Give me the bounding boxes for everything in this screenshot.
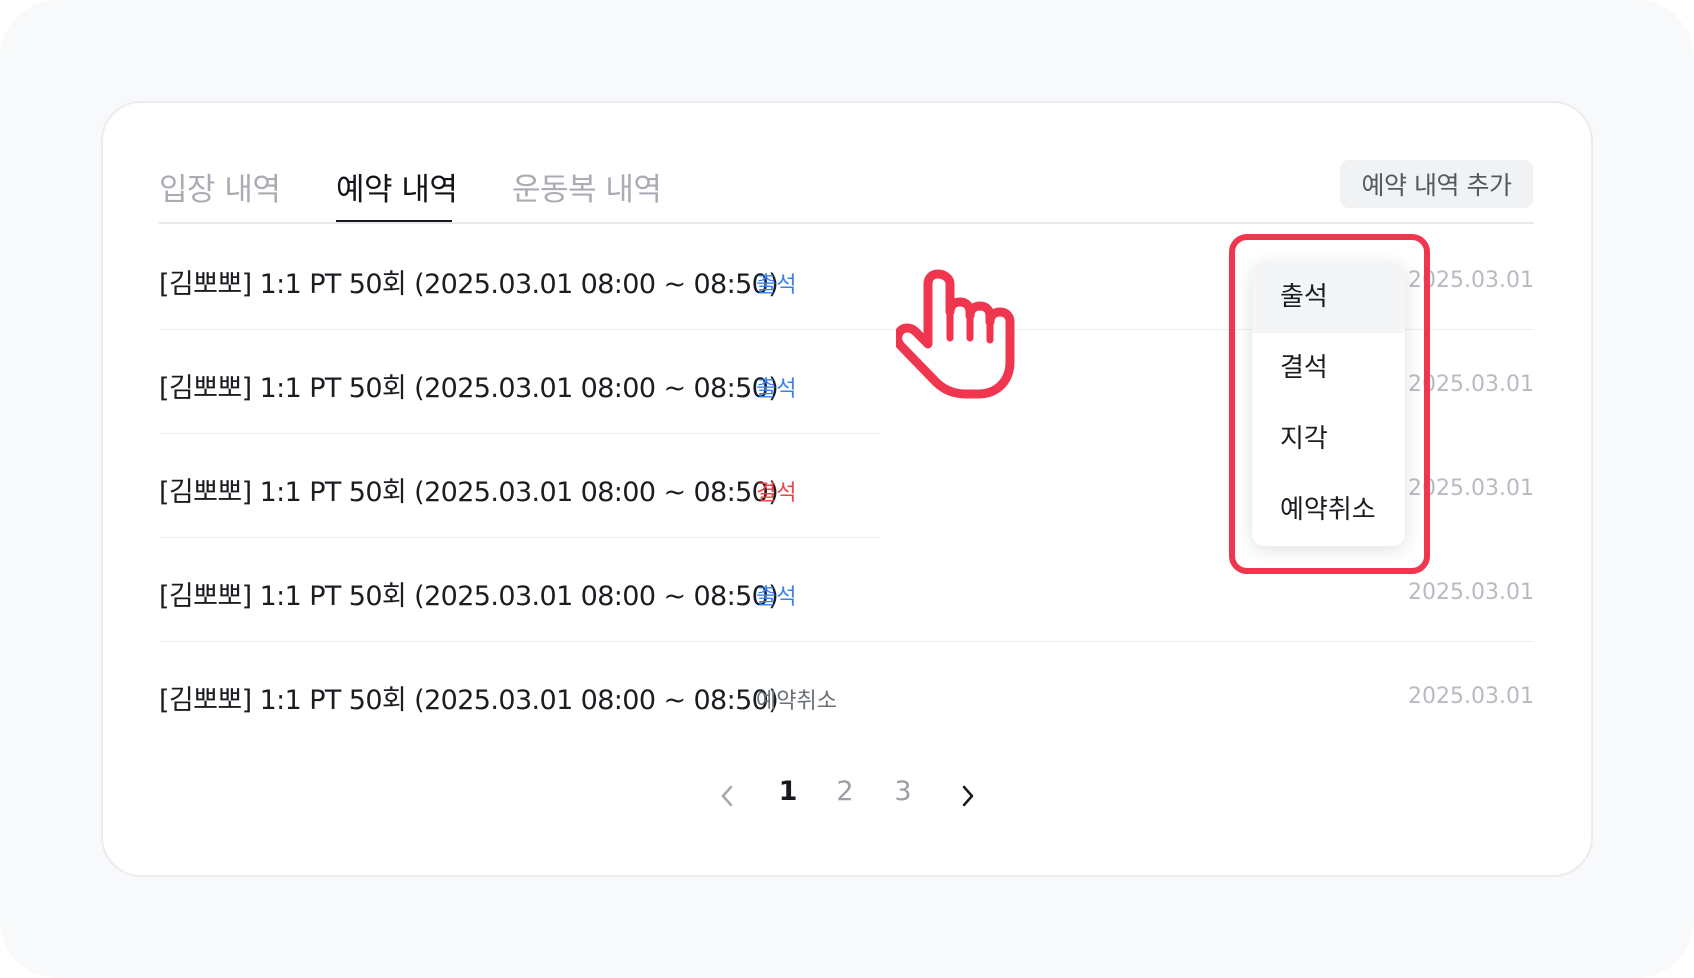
status-badge: 출석 bbox=[756, 377, 797, 402]
tabs-divider bbox=[159, 222, 1534, 224]
status-badge: 예약취소 bbox=[756, 689, 837, 714]
chevron-left-icon[interactable] bbox=[716, 782, 740, 810]
page-2-button[interactable]: 2 bbox=[825, 776, 865, 807]
tab-sportswear-history[interactable]: 운동복 내역 bbox=[512, 164, 662, 209]
page-1-button[interactable]: 1 bbox=[768, 776, 808, 807]
reservation-title: [김뽀뽀] 1:1 PT 50회 (2025.03.01 08:00 ~ 08:… bbox=[159, 373, 779, 404]
reservation-title: [김뽀뽀] 1:1 PT 50회 (2025.03.01 08:00 ~ 08:… bbox=[159, 477, 779, 508]
list-item[interactable]: [김뽀뽀] 1:1 PT 50회 (2025.03.01 08:00 ~ 08:… bbox=[159, 642, 1534, 746]
dropdown-highlight-frame bbox=[1229, 234, 1430, 574]
pagination: 1 2 3 bbox=[0, 776, 1694, 816]
tab-entry-history[interactable]: 입장 내역 bbox=[159, 164, 281, 209]
chevron-right-icon[interactable] bbox=[955, 782, 979, 810]
reservation-date: 2025.03.01 bbox=[1408, 580, 1534, 605]
status-badge: 출석 bbox=[756, 585, 797, 610]
tab-reservation-history[interactable]: 예약 내역 bbox=[336, 164, 458, 209]
page-3-button[interactable]: 3 bbox=[883, 776, 923, 807]
status-badge: 출석 bbox=[756, 273, 797, 298]
hand-pointer-icon bbox=[896, 269, 1015, 399]
reservation-title: [김뽀뽀] 1:1 PT 50회 (2025.03.01 08:00 ~ 08:… bbox=[159, 269, 779, 300]
reservation-date: 2025.03.01 bbox=[1408, 684, 1534, 709]
reservation-title: [김뽀뽀] 1:1 PT 50회 (2025.03.01 08:00 ~ 08:… bbox=[159, 581, 779, 612]
history-tabs: 입장 내역 예약 내역 운동복 내역 bbox=[159, 150, 1534, 224]
add-reservation-button[interactable]: 예약 내역 추가 bbox=[1340, 160, 1533, 208]
reservation-title: [김뽀뽀] 1:1 PT 50회 (2025.03.01 08:00 ~ 08:… bbox=[159, 685, 779, 716]
status-badge: 결석 bbox=[756, 481, 797, 506]
